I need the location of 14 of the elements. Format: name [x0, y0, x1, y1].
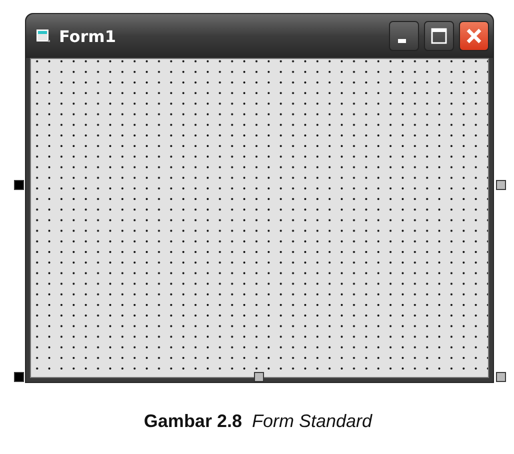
resize-handle[interactable] — [14, 180, 24, 190]
maximize-button[interactable] — [424, 21, 454, 51]
resize-handle[interactable] — [14, 372, 24, 382]
maximize-icon — [431, 28, 447, 44]
close-button[interactable] — [459, 21, 489, 51]
resize-handle[interactable] — [496, 372, 506, 382]
minimize-icon — [398, 39, 406, 43]
window-title: Form1 — [59, 26, 116, 46]
resize-handle[interactable] — [496, 180, 506, 190]
minimize-button[interactable] — [389, 21, 419, 51]
form-icon — [36, 29, 52, 43]
resize-handle[interactable] — [254, 372, 264, 382]
close-icon — [465, 27, 483, 45]
figure-caption: Gambar 2.8 Form Standard — [142, 411, 374, 432]
